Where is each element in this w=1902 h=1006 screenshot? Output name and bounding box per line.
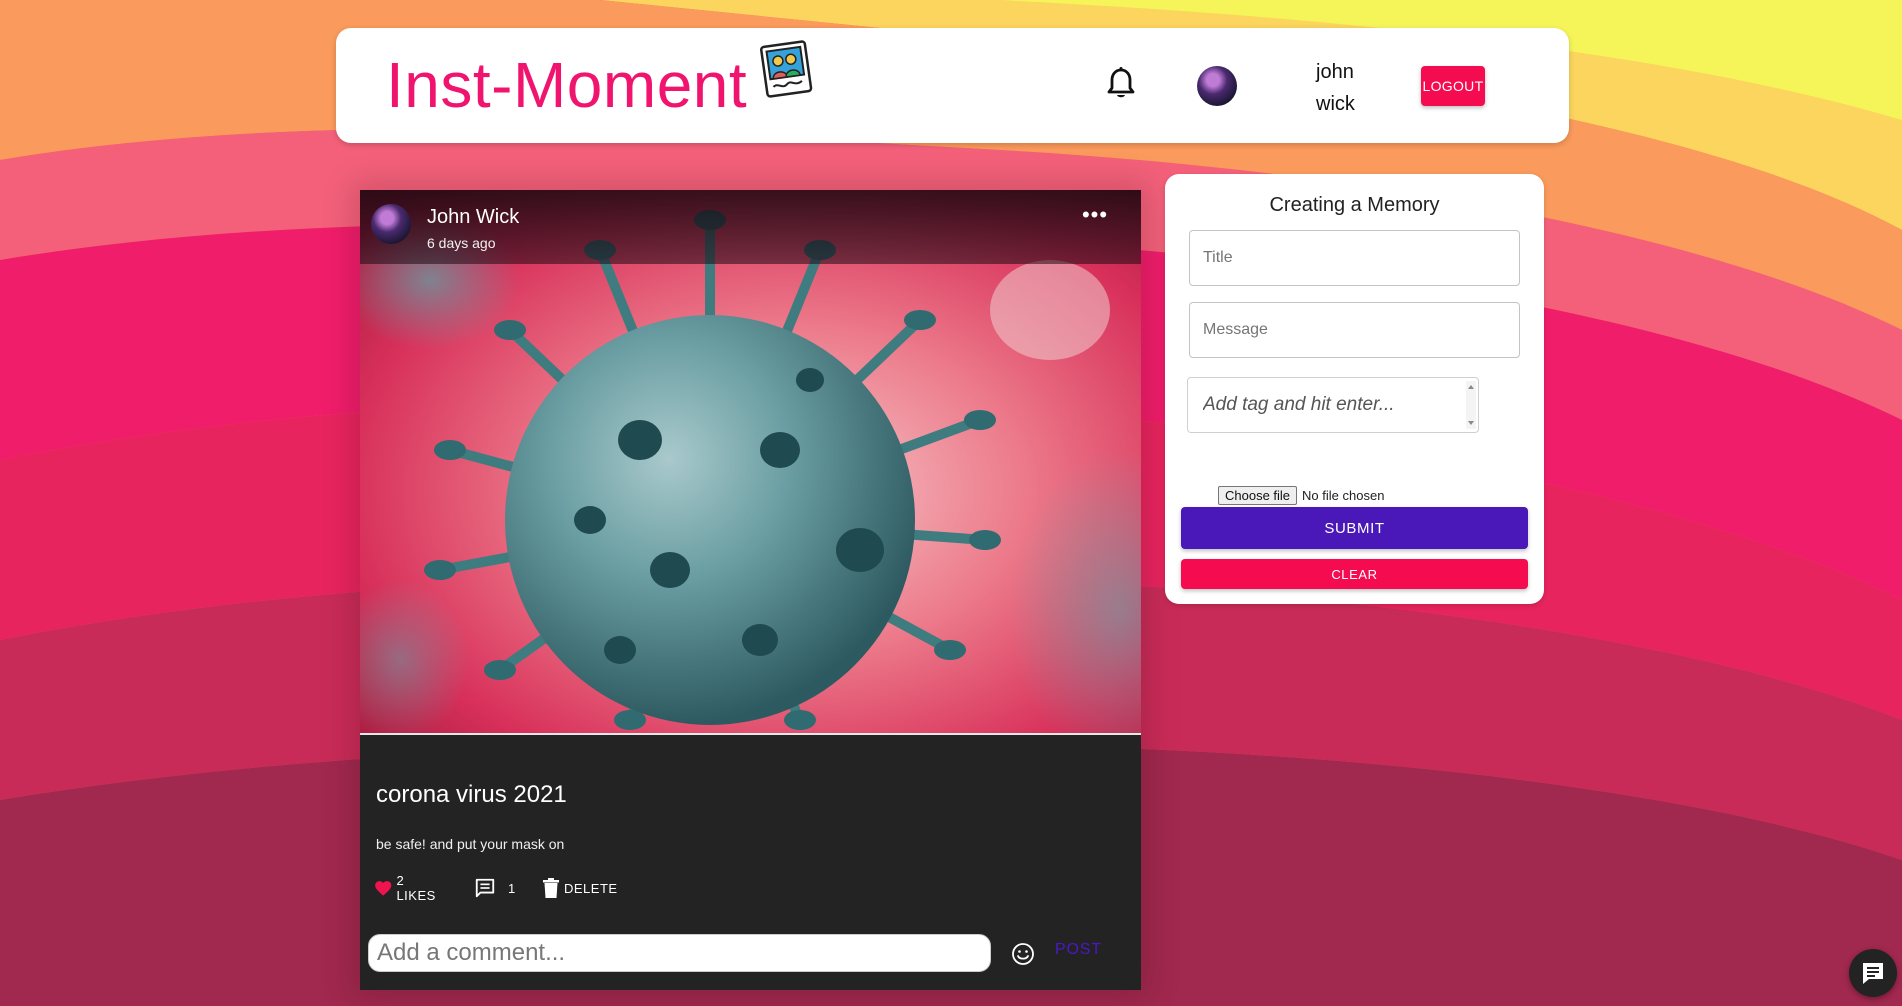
create-memory-form: Creating a Memory Choose file No file ch…	[1165, 174, 1544, 604]
chat-icon	[1863, 963, 1883, 984]
avatar[interactable]	[371, 204, 411, 244]
trash-icon	[543, 878, 559, 898]
bell-icon[interactable]	[1106, 66, 1136, 100]
post-image[interactable]: John Wick 6 days ago •••	[360, 190, 1141, 735]
post-time: 6 days ago	[427, 235, 496, 251]
message-field[interactable]	[1189, 302, 1520, 358]
like-button[interactable]: 2 LIKES	[374, 873, 439, 903]
user-name: john wick	[1316, 61, 1355, 115]
tag-input[interactable]	[1189, 379, 1463, 431]
file-status: No file chosen	[1302, 488, 1385, 503]
post-card: John Wick 6 days ago ••• corona virus 20…	[360, 190, 1141, 990]
clear-button[interactable]: CLEAR	[1181, 559, 1528, 589]
logout-button[interactable]: LOGOUT	[1421, 66, 1485, 106]
brand-title[interactable]: Inst-Moment	[386, 48, 747, 122]
tag-scrollbar[interactable]	[1466, 381, 1476, 429]
form-title: Creating a Memory	[1269, 194, 1440, 216]
post-author[interactable]: John Wick	[427, 206, 519, 229]
comment-input[interactable]	[368, 934, 991, 972]
comment-icon	[475, 878, 495, 898]
heart-icon	[375, 881, 392, 896]
title-field[interactable]	[1189, 230, 1520, 286]
file-upload: Choose file No file chosen	[1218, 486, 1384, 505]
delete-label: DELETE	[564, 880, 618, 896]
comments-count: 1	[508, 880, 516, 896]
likes-label: 2 LIKES	[396, 873, 436, 903]
tag-field	[1187, 377, 1479, 433]
emoji-icon[interactable]	[1011, 942, 1035, 966]
post-title: corona virus 2021	[376, 781, 567, 808]
avatar[interactable]	[1197, 66, 1237, 106]
choose-file-button[interactable]: Choose file	[1218, 486, 1298, 505]
photo-logo-icon	[760, 40, 813, 98]
more-options-icon[interactable]: •••	[1080, 204, 1110, 230]
chat-button[interactable]	[1849, 949, 1897, 997]
comments-button[interactable]: 1	[474, 875, 516, 901]
submit-button[interactable]: SUBMIT	[1181, 507, 1528, 549]
virus-image	[360, 190, 1141, 733]
post-header: John Wick 6 days ago •••	[360, 190, 1141, 264]
post-comment-button[interactable]: POST	[1055, 941, 1102, 959]
delete-button[interactable]: DELETE	[542, 875, 618, 901]
app-header: Inst-Moment john wick LOGOUT	[336, 28, 1569, 143]
post-message: be safe! and put your mask on	[376, 836, 565, 852]
